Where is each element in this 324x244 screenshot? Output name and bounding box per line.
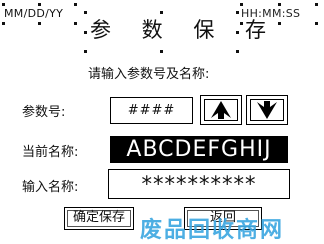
param-number-label: 参数号: [22, 105, 66, 120]
selection-handle [74, 3, 77, 6]
page-title: 参 数 保 存 [90, 18, 279, 42]
instruction-text: 请输入参数号及名称: [88, 67, 210, 82]
selection-handle [74, 22, 77, 25]
selection-handle [160, 50, 163, 53]
watermark-text: 废品回收商网 [140, 218, 285, 243]
current-name-label: 当前名称: [22, 145, 79, 160]
selection-handle [84, 11, 87, 14]
selection-handle [315, 3, 318, 6]
date-display: MM/DD/YY [4, 7, 64, 20]
selection-handle [38, 3, 41, 6]
confirm-save-button[interactable]: 确定保存 [64, 207, 134, 230]
selection-handle [315, 22, 318, 25]
confirm-save-label: 确定保存 [72, 210, 125, 225]
increment-button[interactable] [200, 95, 242, 125]
input-name-label: 输入名称: [22, 180, 79, 195]
selection-handle [278, 22, 281, 25]
selection-handle [84, 50, 87, 53]
selection-handle [240, 3, 243, 6]
selection-handle [84, 31, 87, 34]
arrow-up-icon [211, 101, 231, 119]
selection-handle [2, 22, 5, 25]
arrow-down-icon [257, 101, 277, 119]
selection-handle [236, 50, 239, 53]
selection-handle [2, 3, 5, 6]
current-name-display: ABCDEFGHIJ [110, 136, 288, 163]
decrement-button[interactable] [246, 95, 288, 125]
selection-handle [38, 22, 41, 25]
name-input-field[interactable]: ********** [108, 169, 290, 199]
param-number-field[interactable]: #### [110, 97, 193, 124]
selection-handle [278, 3, 281, 6]
